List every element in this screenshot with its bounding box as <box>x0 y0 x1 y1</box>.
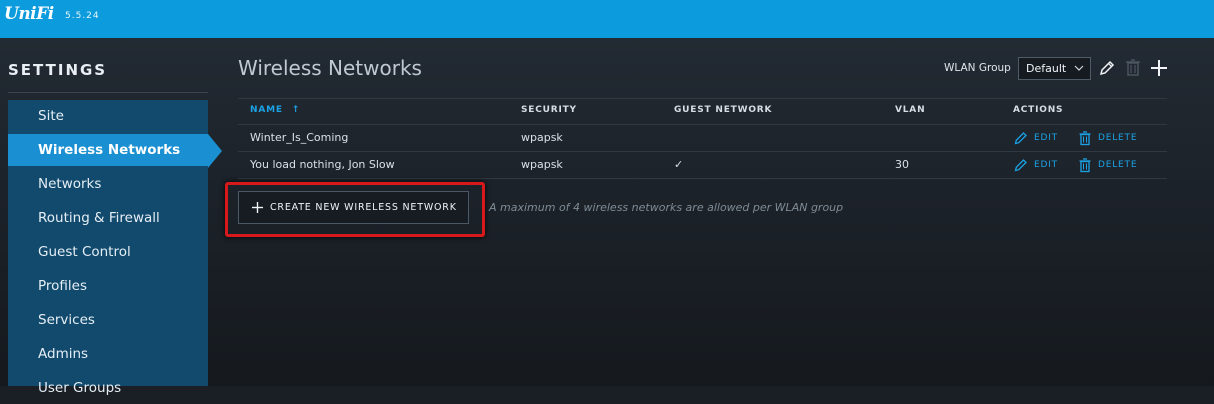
table-row: You load nothing, Jon Slow wpapsk ✓ 30 E… <box>238 151 1167 178</box>
top-bar: UniFi 5.5.24 <box>0 0 1214 38</box>
wlan-group-value: Default <box>1026 62 1067 75</box>
sort-ascending-icon: ↑ <box>291 105 301 115</box>
create-wireless-network-button[interactable]: CREATE NEW WIRELESS NETWORK <box>238 191 469 224</box>
column-header-vlan[interactable]: VLAN <box>895 105 925 115</box>
trash-icon <box>1079 131 1091 146</box>
network-security: wpapsk <box>521 131 563 144</box>
network-name: You load nothing, Jon Slow <box>250 158 395 171</box>
sidebar-item-guest-control[interactable]: Guest Control <box>8 236 208 268</box>
plus-icon[interactable] <box>1149 58 1169 78</box>
table-top-border <box>238 98 1167 99</box>
plus-icon <box>252 202 263 213</box>
settings-sidebar: Site Wireless Networks Networks Routing … <box>8 100 208 396</box>
table-row: Winter_Is_Coming wpapsk EDIT DELETE <box>238 124 1167 151</box>
column-header-security[interactable]: SECURITY <box>521 105 577 115</box>
delete-button[interactable]: DELETE <box>1078 152 1158 178</box>
pencil-icon <box>1014 132 1027 145</box>
sidebar-item-networks[interactable]: Networks <box>8 168 208 200</box>
sidebar-item-wireless-networks[interactable]: Wireless Networks <box>8 134 208 166</box>
chevron-down-icon <box>1074 65 1084 71</box>
wlan-group-label: WLAN Group <box>944 62 1011 74</box>
pencil-icon <box>1014 159 1027 172</box>
network-vlan: 30 <box>895 158 909 171</box>
sidebar-item-site[interactable]: Site <box>8 100 208 132</box>
delete-button[interactable]: DELETE <box>1078 125 1158 151</box>
sidebar-item-services[interactable]: Services <box>8 304 208 336</box>
version-label: 5.5.24 <box>65 11 100 21</box>
trash-icon[interactable] <box>1123 58 1143 78</box>
wlan-limit-note: A maximum of 4 wireless networks are all… <box>489 201 844 214</box>
table-bottom-border <box>238 178 1167 179</box>
network-security: wpapsk <box>521 158 563 171</box>
guest-checkmark-icon: ✓ <box>674 158 684 171</box>
column-header-name[interactable]: NAME ↑ <box>250 105 300 115</box>
page-title: Wireless Networks <box>238 56 422 80</box>
sidebar-item-user-groups[interactable]: User Groups <box>8 372 208 404</box>
column-header-actions: ACTIONS <box>1013 105 1064 115</box>
active-item-pointer <box>208 134 222 168</box>
sidebar-item-routing-firewall[interactable]: Routing & Firewall <box>8 202 208 234</box>
trash-icon <box>1079 158 1091 173</box>
network-name: Winter_Is_Coming <box>250 131 349 144</box>
sidebar-divider <box>8 92 208 93</box>
unifi-logo[interactable]: UniFi <box>4 4 54 24</box>
wlan-group-select[interactable]: Default <box>1018 57 1091 80</box>
sidebar-item-admins[interactable]: Admins <box>8 338 208 370</box>
sidebar-item-profiles[interactable]: Profiles <box>8 270 208 302</box>
pencil-icon[interactable] <box>1097 58 1117 78</box>
settings-heading: SETTINGS <box>8 61 108 79</box>
create-button-label: CREATE NEW WIRELESS NETWORK <box>270 202 457 213</box>
edit-button[interactable]: EDIT <box>1014 125 1074 151</box>
column-header-guest-network[interactable]: GUEST NETWORK <box>674 105 772 115</box>
edit-button[interactable]: EDIT <box>1014 152 1074 178</box>
